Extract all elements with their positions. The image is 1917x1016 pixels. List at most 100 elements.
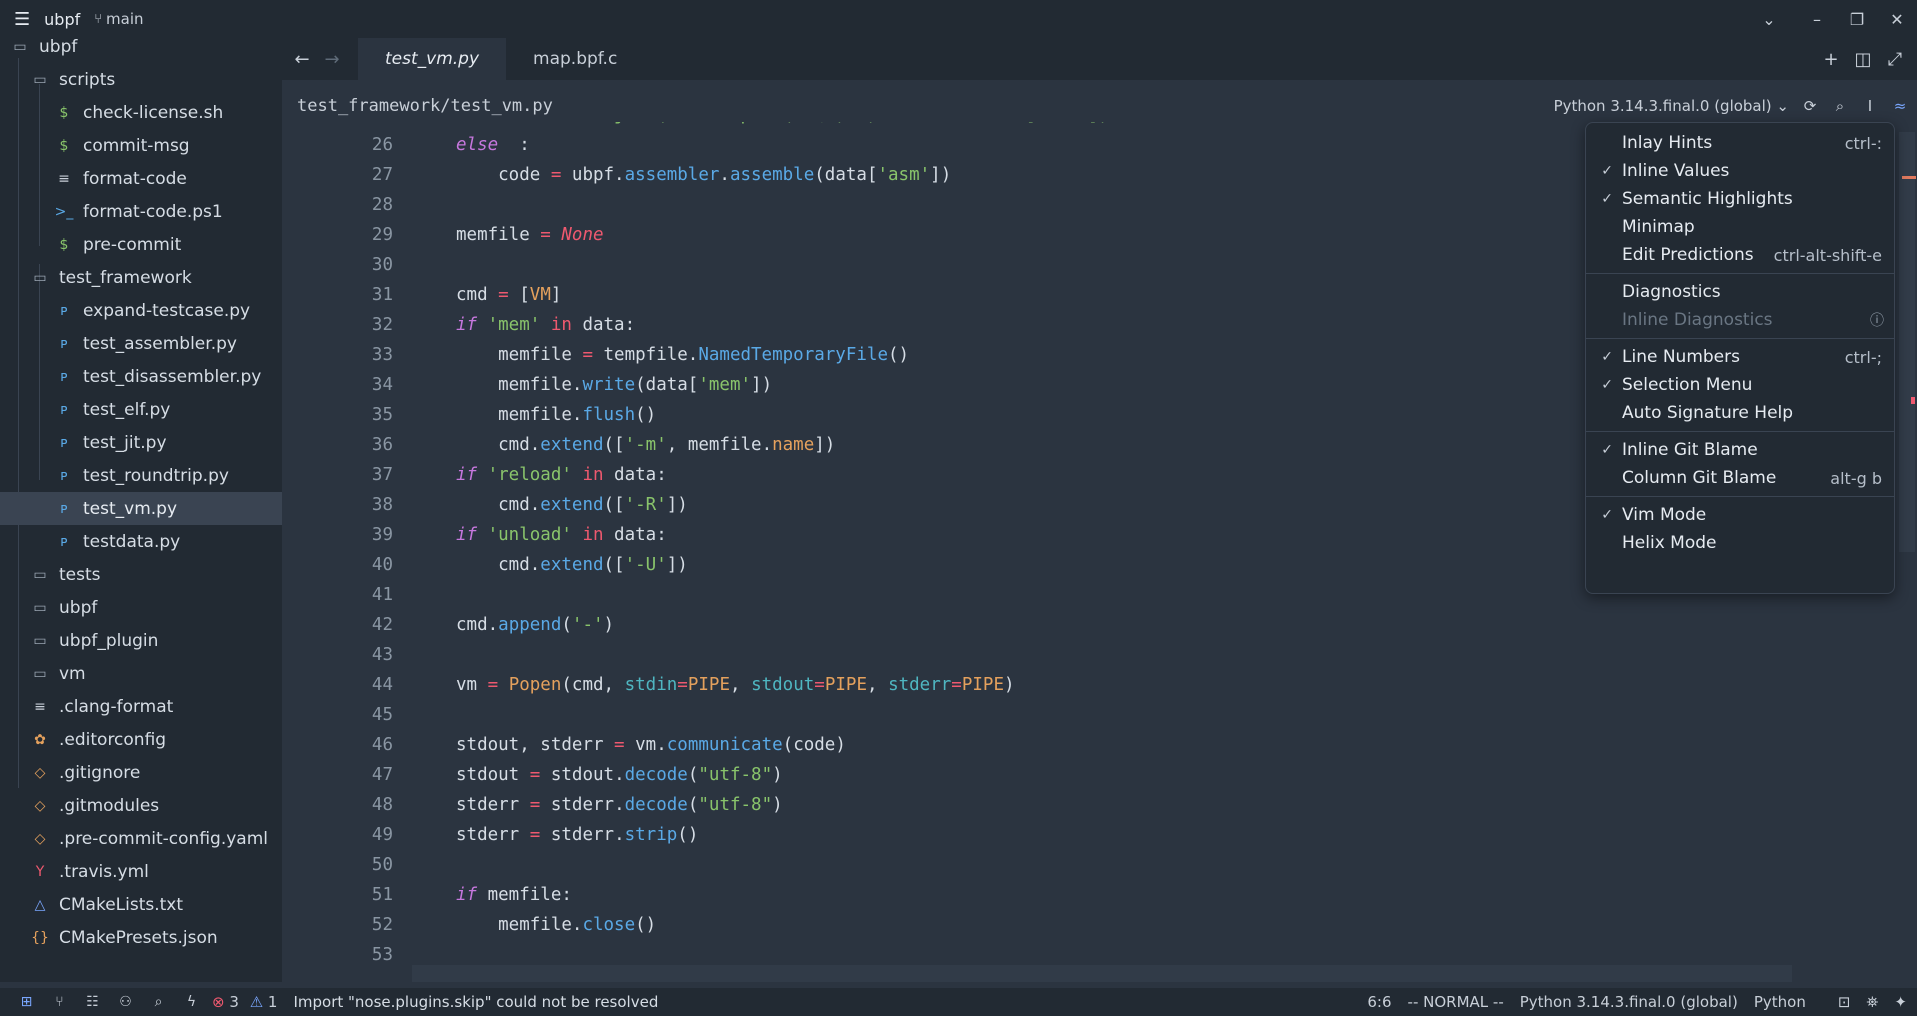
- debug-icon[interactable]: ⛯: [1866, 993, 1878, 1011]
- tree-item[interactable]: ▭ vm: [0, 657, 282, 690]
- code-text: cmd.extend(['-U']): [456, 555, 688, 575]
- forward-arrow-icon[interactable]: →: [317, 49, 347, 70]
- code-token: =: [529, 825, 541, 845]
- breadcrumb[interactable]: test_framework/test_vm.py: [282, 96, 553, 116]
- cursor-position[interactable]: 6:6: [1367, 993, 1391, 1011]
- line-number: 31: [371, 285, 393, 305]
- menu-item[interactable]: Helix Mode: [1586, 529, 1894, 557]
- menu-item[interactable]: ✓ Selection Menu: [1586, 371, 1894, 399]
- code-token: cmd: [456, 285, 499, 305]
- tree-item[interactable]: ◇ .gitmodules: [0, 789, 282, 822]
- tree-item[interactable]: ᴘ testdata.py: [0, 525, 282, 558]
- tree-item[interactable]: ᴘ test_disassembler.py: [0, 360, 282, 393]
- menu-item[interactable]: ✓ Inline Values: [1586, 157, 1894, 185]
- tab-map-bpf[interactable]: map.bpf.c: [506, 38, 644, 80]
- tree-item-label: vm: [59, 663, 86, 684]
- chevron-down-icon[interactable]: ⌄: [1749, 10, 1789, 29]
- tree-item[interactable]: ◇ .pre-commit-config.yaml: [0, 822, 282, 855]
- horizontal-scrollbar[interactable]: [412, 965, 1792, 982]
- code-token: , memfile.: [666, 435, 773, 455]
- menu-item[interactable]: Diagnostics: [1586, 278, 1894, 306]
- tree-item[interactable]: ᴘ test_assembler.py: [0, 327, 282, 360]
- menu-item[interactable]: Edit Predictions ctrl-alt-shift-e: [1586, 241, 1894, 269]
- menu-separator: [1586, 431, 1894, 432]
- tree-item[interactable]: ◇ .gitignore: [0, 756, 282, 789]
- tree-item[interactable]: ▭ tests: [0, 558, 282, 591]
- code-token: =: [540, 225, 551, 245]
- tree-item[interactable]: ᴘ expand-testcase.py: [0, 294, 282, 327]
- close-icon[interactable]: ✕: [1877, 10, 1917, 29]
- text-cursor-icon[interactable]: I: [1861, 97, 1879, 115]
- project-name[interactable]: ubpf: [44, 10, 80, 29]
- bolt-icon[interactable]: ϟ: [175, 994, 208, 1010]
- tree-item[interactable]: ᴘ test_vm.py: [0, 492, 282, 525]
- maximize-icon[interactable]: ⤢: [1879, 49, 1911, 70]
- branch-selector[interactable]: ⑂ main: [94, 10, 143, 28]
- scrollbar-thumb[interactable]: [1899, 132, 1915, 552]
- menu-item[interactable]: ✓ Semantic Highlights: [1586, 185, 1894, 213]
- code-token: =: [529, 795, 541, 815]
- tree-item[interactable]: $ check-license.sh: [0, 96, 282, 129]
- info-icon[interactable]: ⓘ: [1870, 310, 1884, 330]
- code-text: memfile.write(data['mem']): [456, 375, 772, 395]
- tree-item-label: .pre-commit-config.yaml: [59, 828, 268, 849]
- tree-item[interactable]: ▭ ubpf_plugin: [0, 624, 282, 657]
- tree-item[interactable]: ▭ ubpf: [0, 38, 282, 63]
- menu-item[interactable]: Auto Signature Help: [1586, 399, 1894, 427]
- menu-item[interactable]: ✓ Vim Mode: [1586, 501, 1894, 529]
- menu-item[interactable]: Minimap: [1586, 213, 1894, 241]
- tree-item-label: check-license.sh: [83, 102, 224, 123]
- project-panel-icon[interactable]: ⊞: [10, 994, 43, 1010]
- code-token: PIPE: [961, 675, 1004, 695]
- back-arrow-icon[interactable]: ←: [287, 49, 317, 70]
- minimize-icon[interactable]: –: [1797, 10, 1837, 29]
- tree-item[interactable]: >_ format-code.ps1: [0, 195, 282, 228]
- tree-item[interactable]: ▭ scripts: [0, 63, 282, 96]
- assistant-icon[interactable]: ✦: [1894, 993, 1907, 1011]
- active-interpreter[interactable]: Python 3.14.3.final.0 (global): [1520, 993, 1738, 1011]
- tree-item[interactable]: Y .travis.yml: [0, 855, 282, 888]
- code-text: cmd = [VM]: [456, 285, 561, 305]
- git-panel-icon[interactable]: ⑂: [43, 994, 76, 1010]
- tree-item[interactable]: $ commit-msg: [0, 129, 282, 162]
- tree-item[interactable]: {} CMakePresets.json: [0, 921, 282, 954]
- menu-icon[interactable]: ☰: [14, 9, 30, 30]
- interpreter-label: Python 3.14.3.final.0 (global): [1553, 97, 1772, 115]
- tab-test-vm[interactable]: test_vm.py: [358, 38, 507, 80]
- menu-item[interactable]: ✓ Line Numbers ctrl-;: [1586, 343, 1894, 371]
- vertical-scrollbar[interactable]: [1897, 132, 1917, 982]
- split-pane-icon[interactable]: ◫: [1847, 49, 1879, 70]
- menu-separator: [1586, 338, 1894, 339]
- collab-icon[interactable]: ⚇: [109, 994, 142, 1010]
- tree-item[interactable]: ᴘ test_roundtrip.py: [0, 459, 282, 492]
- menu-item[interactable]: Inlay Hints ctrl-:: [1586, 129, 1894, 157]
- tree-item[interactable]: ✿ .editorconfig: [0, 723, 282, 756]
- tree-item[interactable]: ᴘ test_elf.py: [0, 393, 282, 426]
- tree-item[interactable]: ▭ ubpf: [0, 591, 282, 624]
- terminal-icon[interactable]: ⊡: [1838, 993, 1851, 1011]
- language-selector[interactable]: Python: [1754, 993, 1806, 1011]
- editor-settings-icon[interactable]: ≈: [1891, 97, 1909, 115]
- code-token: .: [719, 165, 730, 185]
- tree-item[interactable]: ≡ .clang-format: [0, 690, 282, 723]
- outline-icon[interactable]: ☷: [76, 994, 109, 1010]
- menu-item-label: Selection Menu: [1622, 375, 1753, 395]
- tree-item[interactable]: ≡ format-code: [0, 162, 282, 195]
- menu-item[interactable]: ✓ Inline Git Blame: [1586, 436, 1894, 464]
- restore-icon[interactable]: ❐: [1837, 10, 1877, 29]
- tree-item[interactable]: $ pre-commit: [0, 228, 282, 261]
- plus-icon[interactable]: +: [1815, 49, 1847, 70]
- diagnostics-summary[interactable]: ⊗ 3 ⚠ 1: [212, 993, 277, 1011]
- code-token: in: [540, 315, 572, 335]
- interpreter-selector[interactable]: Python 3.14.3.final.0 (global) ⌄: [1554, 97, 1789, 115]
- search-icon[interactable]: ⌕: [1831, 97, 1849, 115]
- search-icon[interactable]: ⌕: [142, 994, 175, 1010]
- diagnostic-marker: [1911, 397, 1915, 404]
- tree-item[interactable]: ᴘ test_jit.py: [0, 426, 282, 459]
- menu-item[interactable]: Inline Diagnostics ⓘ: [1586, 306, 1894, 334]
- refresh-icon[interactable]: ⟳: [1801, 97, 1819, 115]
- tree-item[interactable]: △ CMakeLists.txt: [0, 888, 282, 921]
- diagnostic-message[interactable]: Import "nose.plugins.skip" could not be …: [293, 993, 658, 1011]
- menu-item[interactable]: Column Git Blame alt-g b: [1586, 464, 1894, 492]
- tree-item[interactable]: ▭ test_framework: [0, 261, 282, 294]
